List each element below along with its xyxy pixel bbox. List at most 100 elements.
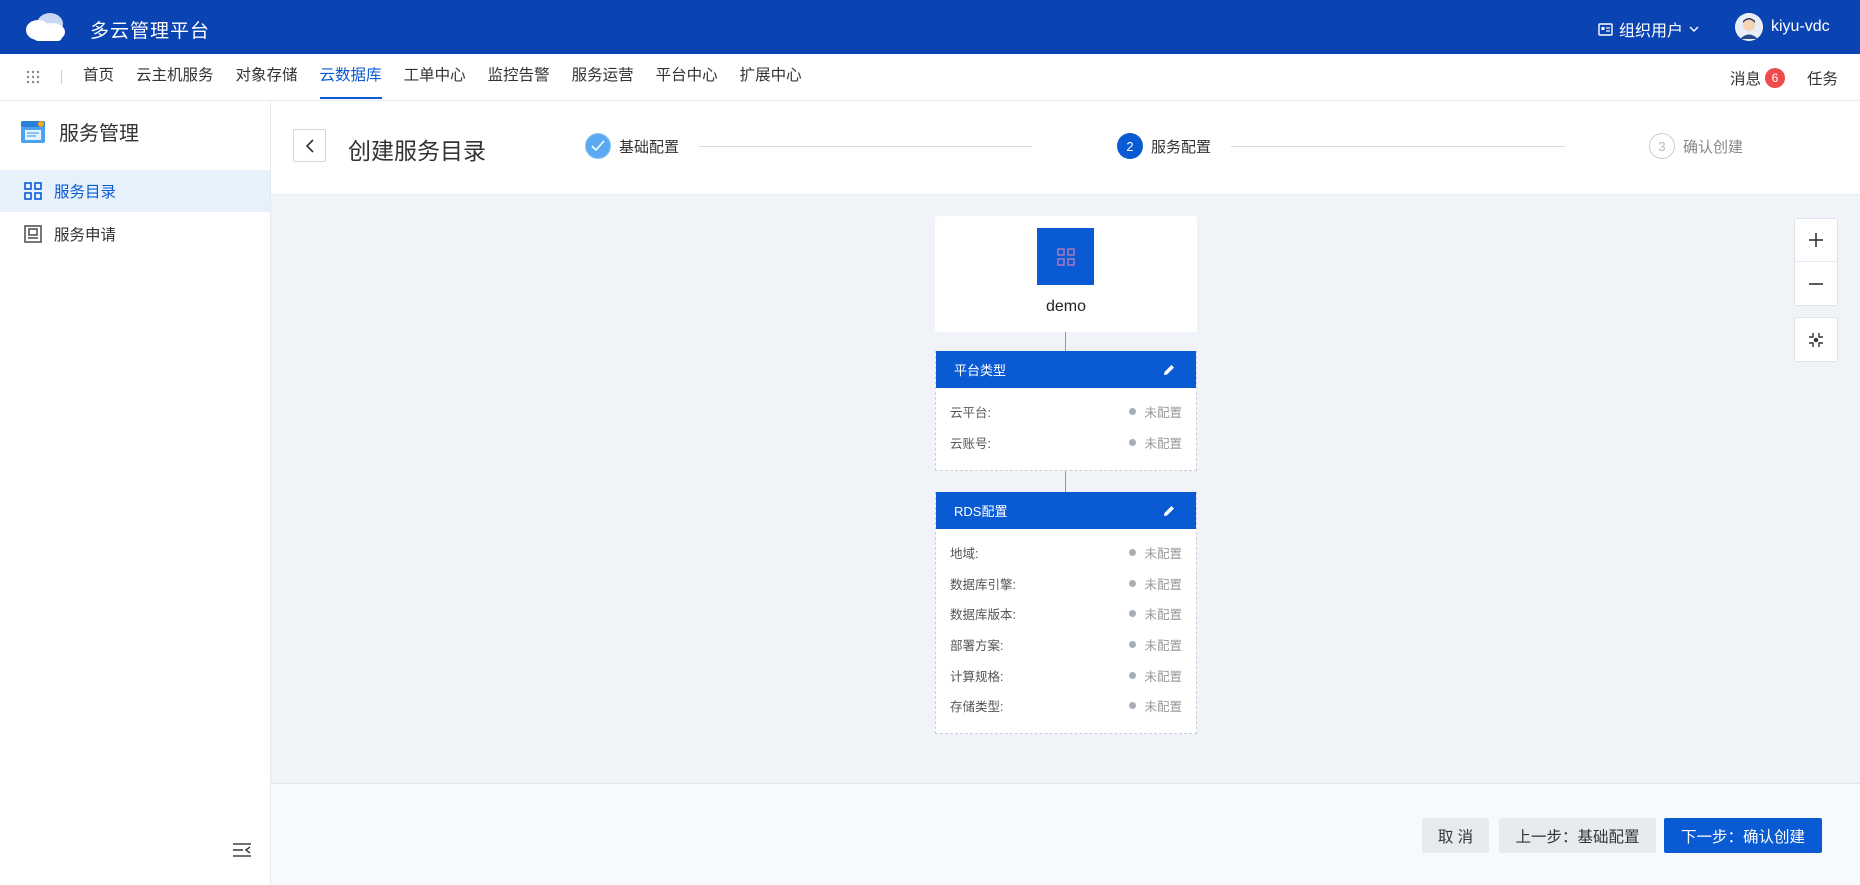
card-body: 地域: 未配置 数据库引擎: 未配置 数据库版本: 未配置 部署方案: 未配置 …	[936, 529, 1196, 727]
footer-actions: 取 消 上一步：基础配置 下一步：确认创建	[271, 783, 1860, 885]
row-status: 未配置	[1129, 604, 1182, 623]
nav-item-ticket-center[interactable]: 工单中心	[393, 54, 477, 101]
flow-connector	[1065, 332, 1066, 352]
root-node[interactable]: demo	[935, 216, 1197, 332]
card-title: RDS配置	[954, 504, 1008, 519]
fit-view-control	[1794, 317, 1838, 362]
grid-icon	[1037, 228, 1094, 285]
edit-icon[interactable]	[1162, 363, 1176, 377]
config-row: 云账号: 未配置	[950, 427, 1182, 458]
edit-icon[interactable]	[1162, 504, 1176, 518]
messages-count-badge: 6	[1764, 67, 1785, 88]
step-service-config: 2 服务配置	[1117, 133, 1211, 159]
status-dot	[1129, 640, 1137, 648]
check-icon	[585, 133, 611, 159]
minus-icon	[1809, 282, 1823, 285]
back-button[interactable]	[293, 129, 326, 162]
status-text: 未配置	[1144, 608, 1182, 623]
previous-step-button[interactable]: 上一步：基础配置	[1499, 818, 1656, 853]
sidebar-item-label: 服务目录	[54, 184, 117, 201]
step-label: 确认创建	[1683, 138, 1744, 156]
row-label: 云平台:	[950, 405, 991, 420]
nav-item-cloud-database[interactable]: 云数据库	[309, 54, 393, 101]
row-label: 数据库版本:	[950, 608, 1016, 623]
status-dot	[1129, 438, 1137, 446]
fit-view-icon	[1809, 332, 1823, 347]
next-step-button[interactable]: 下一步：确认创建	[1664, 818, 1822, 853]
status-dot	[1129, 579, 1137, 587]
config-row: 数据库版本: 未配置	[950, 598, 1182, 629]
row-status: 未配置	[1129, 543, 1182, 562]
zoom-out-button[interactable]	[1795, 262, 1837, 305]
row-label: 云账号:	[950, 436, 991, 451]
messages-label: 消息	[1729, 70, 1761, 88]
messages-link[interactable]: 消息 6	[1730, 67, 1785, 89]
step-number: 3	[1649, 133, 1675, 159]
org-switcher[interactable]: 组织用户	[1598, 17, 1699, 41]
grid-icon	[24, 182, 42, 200]
flow-canvas[interactable]: demo 平台类型 云平台: 未配置 云账号: 未配置 RDS配置 地域: 未配…	[271, 196, 1860, 783]
nav-item-service-ops[interactable]: 服务运营	[561, 54, 645, 101]
zoom-controls	[1794, 218, 1838, 306]
plus-icon	[1809, 233, 1823, 247]
root-node-name: demo	[1045, 298, 1087, 315]
row-status: 未配置	[1129, 402, 1182, 421]
row-status: 未配置	[1129, 635, 1182, 654]
chevron-left-icon	[305, 138, 314, 153]
org-label: 组织用户	[1619, 23, 1684, 40]
status-text: 未配置	[1144, 700, 1182, 715]
form-icon	[24, 225, 42, 243]
sidebar-item-service-catalog[interactable]: 服务目录	[0, 170, 270, 212]
sidebar: 服务管理 服务目录 服务申请	[0, 101, 271, 885]
nav-item-object-storage[interactable]: 对象存储	[225, 54, 309, 101]
nav-item-vm-service[interactable]: 云主机服务	[125, 54, 225, 101]
fit-view-button[interactable]	[1795, 318, 1837, 361]
platform-type-card: 平台类型 云平台: 未配置 云账号: 未配置	[935, 351, 1197, 471]
nav-item-platform-center[interactable]: 平台中心	[645, 54, 729, 101]
chevron-down-icon	[1689, 26, 1699, 32]
nav-right: 消息 6 任务	[1730, 54, 1838, 101]
top-header: 多云管理平台 组织用户 kiyu-vdc	[0, 0, 1860, 54]
step-basic-config: 基础配置	[585, 133, 679, 159]
nav-divider	[61, 70, 62, 84]
nav-item-extension-center[interactable]: 扩展中心	[729, 54, 813, 101]
page-header: 创建服务目录 基础配置 2 服务配置 3 确认创建	[271, 101, 1860, 195]
step-number: 2	[1117, 133, 1143, 159]
sidebar-title: 服务管理	[59, 123, 139, 145]
zoom-in-button[interactable]	[1795, 219, 1837, 262]
sidebar-header: 服务管理	[19, 117, 139, 146]
row-label: 存储类型:	[950, 700, 1004, 715]
rds-config-card: RDS配置 地域: 未配置 数据库引擎: 未配置 数据库版本: 未配置 部署方案…	[935, 492, 1197, 734]
row-label: 地域:	[950, 546, 979, 561]
flow-connector	[1065, 471, 1066, 492]
cancel-button[interactable]: 取 消	[1422, 818, 1489, 853]
config-row: 地域: 未配置	[950, 537, 1182, 568]
row-label: 部署方案:	[950, 638, 1004, 653]
sidebar-item-service-request[interactable]: 服务申请	[0, 213, 270, 255]
tasks-link[interactable]: 任务	[1807, 67, 1838, 89]
org-card-icon	[1598, 22, 1613, 36]
config-row: 计算规格: 未配置	[950, 660, 1182, 691]
collapse-sidebar-icon[interactable]	[232, 842, 252, 858]
config-row: 部署方案: 未配置	[950, 629, 1182, 660]
step-label: 基础配置	[619, 138, 680, 156]
row-label: 计算规格:	[950, 669, 1004, 684]
row-status: 未配置	[1129, 696, 1182, 715]
nav-item-home[interactable]: 首页	[72, 54, 125, 101]
app-title: 多云管理平台	[90, 21, 211, 42]
sidebar-item-label: 服务申请	[54, 227, 117, 244]
status-text: 未配置	[1144, 436, 1182, 451]
nav-items: 首页 云主机服务 对象存储 云数据库 工单中心 监控告警 服务运营 平台中心 扩…	[72, 54, 813, 101]
user-menu[interactable]: kiyu-vdc	[1735, 13, 1830, 41]
apps-grid-icon[interactable]	[26, 70, 40, 84]
config-row: 存储类型: 未配置	[950, 690, 1182, 721]
nav-item-monitoring[interactable]: 监控告警	[477, 54, 561, 101]
service-management-icon	[21, 120, 45, 143]
row-status: 未配置	[1129, 574, 1182, 593]
status-dot	[1129, 671, 1137, 679]
status-text: 未配置	[1144, 577, 1182, 592]
status-text: 未配置	[1144, 669, 1182, 684]
main-content: 创建服务目录 基础配置 2 服务配置 3 确认创建 demo 平台类型 云平台:…	[271, 101, 1860, 885]
step-connector	[1231, 146, 1565, 147]
status-dot	[1129, 548, 1137, 556]
